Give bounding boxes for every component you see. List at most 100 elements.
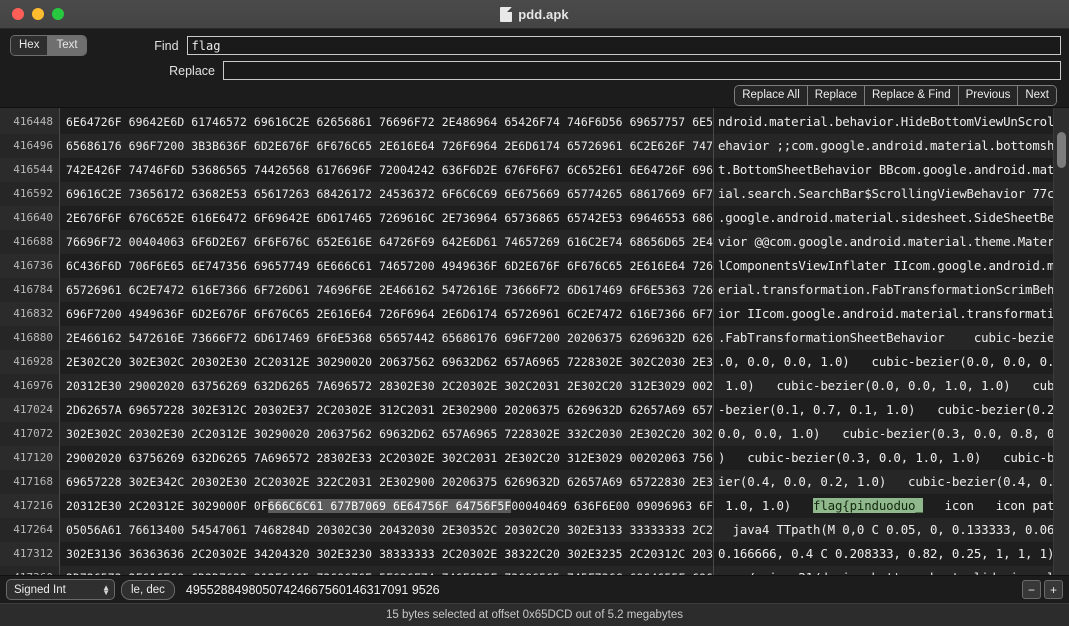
hex-row[interactable]: 29002020 63756269 632D6265 7A696572 2830… [60,446,713,470]
hex-row[interactable]: 65726961 6C2E7472 616E7366 6F726D61 7469… [60,278,713,302]
scrollbar-thumb[interactable] [1057,132,1066,168]
find-buttons-group: Replace All Replace Replace & Find Previ… [734,85,1057,106]
ascii-before-selection: 1.0, 1.0) [718,498,813,513]
inspector-row-controls: − + [1022,580,1063,599]
offset-label: 416640 [0,206,59,230]
hex-view[interactable]: 4164484164964165444165924166404166884167… [0,107,1069,575]
offset-label: 417072 [0,422,59,446]
hex-row[interactable]: 2E302C20 302E302C 20302E30 2C20312E 3029… [60,350,713,374]
ascii-row[interactable]: java4 TTpath(M 0,0 C 0.05, 0, 0.133333, … [714,518,1069,542]
offset-label: 416592 [0,182,59,206]
ascii-row[interactable]: 1.0) cubic-bezier(0.0, 0.0, 1.0, 1.0) cu… [714,374,1069,398]
replace-button[interactable]: Replace [807,86,864,105]
hex-column[interactable]: 6E64726F 69642E6D 61746572 69616C2E 6265… [60,108,714,575]
hex-row[interactable]: 2E466162 5472616E 73666F72 6D617469 6F6E… [60,326,713,350]
maximize-window-button[interactable] [52,8,64,20]
window-controls [0,8,64,20]
offset-label: 417024 [0,398,59,422]
ascii-row[interactable]: -res/anim-v21/design_bottom_sheet_slide_… [714,566,1069,575]
inspector-type-label: Signed Int [14,584,66,596]
ascii-row[interactable]: ) cubic-bezier(0.3, 0.0, 1.0, 1.0) cubic… [714,446,1069,470]
offset-label: 416880 [0,326,59,350]
replace-and-find-button[interactable]: Replace & Find [864,86,958,105]
find-action-buttons: Replace All Replace Replace & Find Previ… [8,85,1061,106]
previous-button[interactable]: Previous [958,86,1018,105]
inspector-value: 49552884980507424667560146317091 9526 [181,583,1016,597]
offset-label: 416448 [0,110,59,134]
hex-row[interactable]: 742E426F 74746F6D 53686565 74426568 6176… [60,158,713,182]
remove-inspector-row-button[interactable]: − [1022,580,1041,599]
inspector-endian-button[interactable]: le, dec [121,580,175,600]
chevron-updown-icon: ▲▼ [102,585,110,595]
offset-label: 416688 [0,230,59,254]
find-row: Hex Text Find [8,35,1061,56]
status-text: 15 bytes selected at offset 0x65DCD out … [386,609,683,621]
offset-label: 417168 [0,470,59,494]
status-bar: 15 bytes selected at offset 0x65DCD out … [0,603,1069,626]
offset-label: 416832 [0,302,59,326]
ascii-row[interactable]: erial.transformation.FabTransformationSc… [714,278,1069,302]
replace-label: Replace [123,64,223,78]
hex-row[interactable]: 2E676F6F 676C652E 616E6472 6F69642E 6D61… [60,206,713,230]
hex-row[interactable]: 76696F72 00404063 6F6D2E67 6F6F676C 652E… [60,230,713,254]
ascii-row[interactable]: ier(0.4, 0.0, 0.2, 1.0) cubic-bezier(0.4… [714,470,1069,494]
search-mode-segmented-control[interactable]: Hex Text [10,35,87,56]
next-button[interactable]: Next [1017,86,1056,105]
find-input[interactable] [187,36,1061,55]
vertical-scrollbar[interactable] [1053,108,1069,575]
ascii-row[interactable]: vior @@com.google.android.material.theme… [714,230,1069,254]
offset-label: 417264 [0,518,59,542]
hex-row[interactable]: 65686176 696F7200 3B3B636F 6D2E676F 6F67… [60,134,713,158]
replace-input[interactable] [223,61,1061,80]
find-replace-bar: Hex Text Find Replace Replace All Replac… [0,29,1069,107]
replace-all-button[interactable]: Replace All [735,86,807,105]
hex-row[interactable]: 69616C2E 73656172 63682E53 65617263 6842… [60,182,713,206]
minimize-window-button[interactable] [32,8,44,20]
hex-row[interactable]: 20312E30 29002020 63756269 632D6265 7A69… [60,374,713,398]
hex-row[interactable]: 6E64726F 69642E6D 61746572 69616C2E 6265… [60,110,713,134]
inspector-type-dropdown[interactable]: Signed Int ▲▼ [6,579,115,600]
hex-row[interactable]: 2D62657A 69657228 302E312C 20302E37 2C20… [60,398,713,422]
offset-label: 417120 [0,446,59,470]
ascii-row[interactable]: ial.search.SearchBar$ScrollingViewBehavi… [714,182,1069,206]
segment-hex[interactable]: Hex [11,36,47,55]
ascii-row[interactable]: ndroid.material.behavior.HideBottomViewU… [714,110,1069,134]
ascii-row[interactable]: lComponentsViewInflater IIcom.google.and… [714,254,1069,278]
segment-text[interactable]: Text [47,36,85,55]
hex-row[interactable]: 6C436F6D 706F6E65 6E747356 69657749 6E66… [60,254,713,278]
add-inspector-row-button[interactable]: + [1044,580,1063,599]
ascii-row[interactable]: 0.166666, 0.4 C 0.208333, 0.82, 0.25, 1,… [714,542,1069,566]
ascii-column[interactable]: ndroid.material.behavior.HideBottomViewU… [714,108,1069,575]
hex-editor-window: pdd.apk Hex Text Find Replace Replace Al… [0,0,1069,626]
title-bar: pdd.apk [0,0,1069,29]
hex-row[interactable]: 69657228 302E342C 20302E30 2C20302E 322C… [60,470,713,494]
hex-bytes-selected: 666C6C61 677B7069 6E64756F 64756F5F [268,499,512,513]
ascii-row[interactable]: .FabTransformationSheetBehavior cubic-be… [714,326,1069,350]
ascii-row[interactable]: -bezier(0.1, 0.7, 0.1, 1.0) cubic-bezier… [714,398,1069,422]
ascii-row[interactable]: 1.0, 1.0) flag{pinduoduo_ icon icon path [714,494,1069,518]
ascii-selected-flag: flag{pinduoduo_ [813,498,923,513]
hex-row[interactable]: 20312E30 2C20312E 3029000F 0F666C6C61 67… [60,494,713,518]
ascii-row[interactable]: 0.0, 0.0, 1.0) cubic-bezier(0.3, 0.0, 0.… [714,422,1069,446]
ascii-row[interactable]: .google.android.material.sidesheet.SideS… [714,206,1069,230]
offset-label: 416544 [0,158,59,182]
hex-row[interactable]: 302E3136 36363636 2C20302E 34204320 302E… [60,542,713,566]
ascii-row[interactable]: .0, 0.0, 0.0, 1.0) cubic-bezier(0.0, 0.0… [714,350,1069,374]
ascii-row[interactable]: t.BottomSheetBehavior BBcom.google.andro… [714,158,1069,182]
ascii-row[interactable]: ior IIcom.google.android.material.transf… [714,302,1069,326]
hex-row[interactable]: 2D726573 2F616E69 6D2D7632 312F6465 7369… [60,566,713,575]
offset-label: 417360 [0,566,59,575]
close-window-button[interactable] [12,8,24,20]
offset-label: 416736 [0,254,59,278]
offset-label: 416928 [0,350,59,374]
ascii-row[interactable]: ehavior ;;com.google.android.material.bo… [714,134,1069,158]
data-inspector-bar: Signed Int ▲▼ le, dec 495528849805074246… [0,575,1069,603]
inspector-endian-label: le, dec [131,584,165,596]
hex-row[interactable]: 302E302C 20302E30 2C20312E 30290020 2063… [60,422,713,446]
hex-row[interactable]: 696F7200 4949636F 6D2E676F 6F676C65 2E61… [60,302,713,326]
document-icon [500,7,512,22]
find-label: Find [87,39,187,53]
hex-row[interactable]: 05056A61 76613400 54547061 7468284D 2030… [60,518,713,542]
hex-bytes-after-selection: 00040469 636F6E00 09096963 6F6E2070 6174… [511,499,714,513]
offset-column: 4164484164964165444165924166404166884167… [0,108,60,575]
